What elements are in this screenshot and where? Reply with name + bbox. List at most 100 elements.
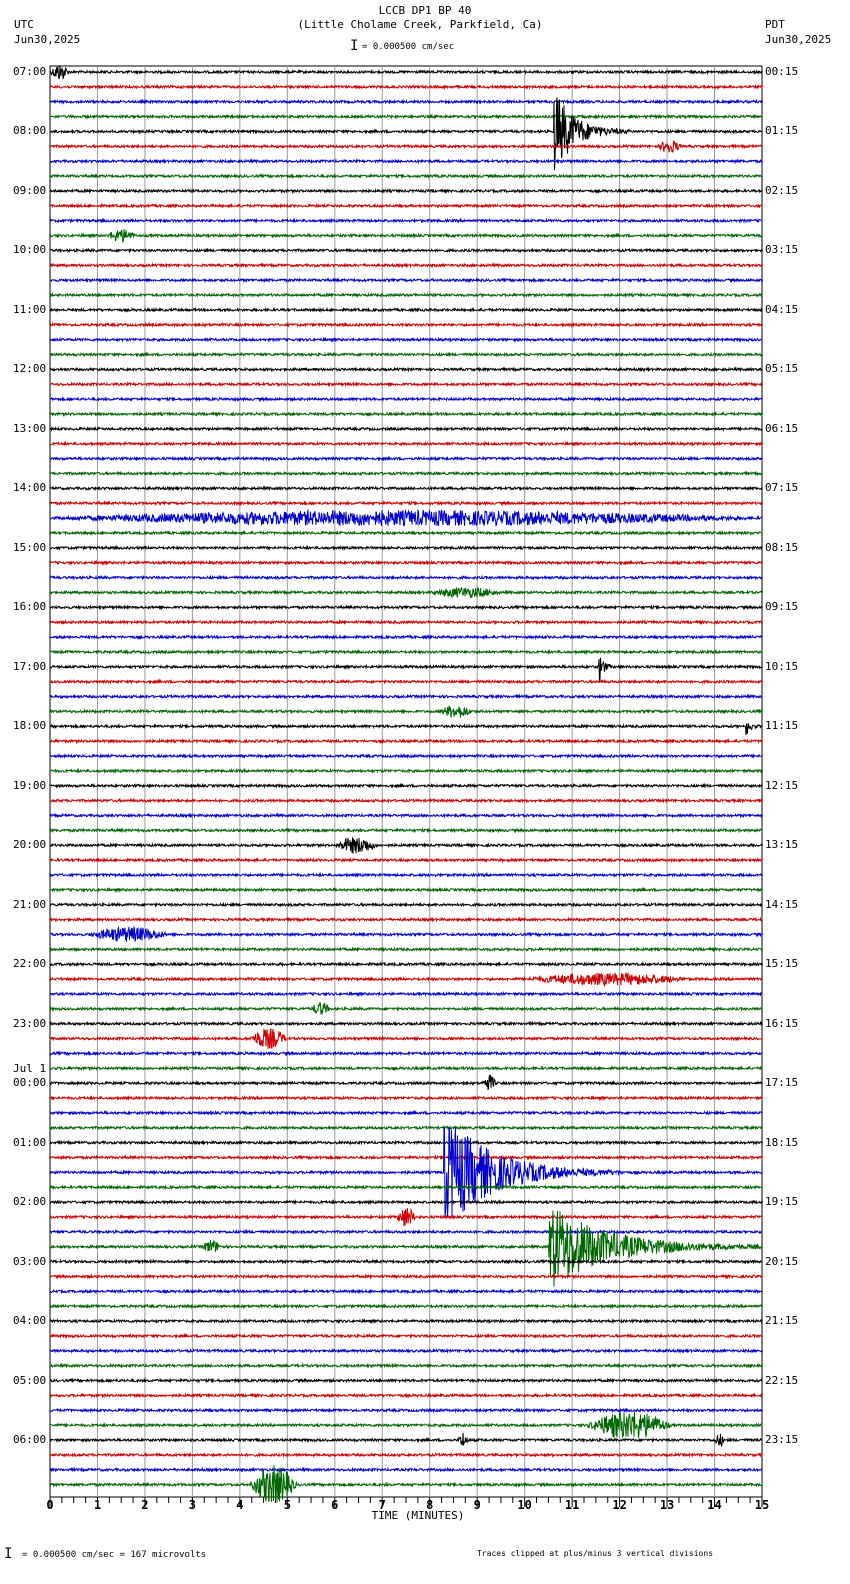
pdt-hour-label: 14:15	[765, 897, 799, 911]
utc-hour-label: 02:00	[13, 1195, 47, 1209]
trace-83	[49, 1303, 763, 1310]
pdt-hour-label: 19:15	[765, 1195, 799, 1209]
trace-57	[49, 916, 763, 923]
trace-5	[49, 140, 763, 153]
trace-64	[49, 1020, 763, 1027]
utc-hour-label: 22:00	[13, 957, 47, 971]
trace-45	[49, 738, 763, 745]
pdt-hour-label: 03:15	[765, 243, 799, 257]
pdt-hour-label: 00:15	[765, 65, 799, 78]
trace-44	[49, 722, 763, 736]
trace-80	[49, 1258, 763, 1265]
trace-78	[50, 1228, 763, 1235]
x-tick-label: 9	[473, 1498, 481, 1512]
trace-89	[49, 1392, 763, 1399]
pdt-hour-label: 09:15	[765, 600, 799, 614]
utc-hour-label: 01:00	[13, 1135, 47, 1149]
utc-hour-label: 13:00	[13, 421, 47, 435]
trace-7	[49, 172, 763, 180]
trace-39	[49, 648, 763, 656]
trace-61	[49, 971, 763, 988]
utc-hour-label: 08:00	[13, 124, 47, 138]
x-tick-label: 10	[517, 1498, 532, 1512]
day-change-label: Jul 1	[13, 1062, 47, 1076]
utc-hour-label: 03:00	[13, 1254, 47, 1268]
trace-20	[50, 366, 763, 373]
x-tick-label: 0	[46, 1498, 54, 1512]
trace-26	[49, 455, 763, 462]
trace-87	[49, 1362, 763, 1369]
trace-21	[49, 381, 763, 388]
trace-84	[49, 1317, 763, 1325]
trace-88	[49, 1377, 763, 1384]
trace-72	[49, 1139, 763, 1146]
trace-52	[49, 837, 763, 854]
utc-hour-label: 14:00	[13, 481, 47, 495]
trace-85	[49, 1332, 763, 1340]
pdt-hour-label: 15:15	[765, 957, 799, 971]
pdt-hour-label: 08:15	[765, 540, 799, 554]
trace-30	[49, 508, 763, 527]
pdt-hour-label: 11:15	[765, 719, 799, 733]
pdt-hour-label: 16:15	[765, 1016, 799, 1030]
pdt-hour-label: 01:15	[765, 124, 799, 138]
pdt-hour-label: 23:15	[765, 1433, 799, 1447]
x-tick-label: 1	[93, 1498, 102, 1512]
pdt-hour-label: 13:15	[765, 838, 799, 852]
trace-10	[49, 217, 763, 224]
trace-18	[49, 336, 763, 343]
trace-94	[49, 1466, 763, 1473]
trace-50	[49, 812, 763, 819]
trace-31	[50, 529, 763, 537]
pdt-hour-label: 02:15	[765, 183, 799, 197]
trace-67	[49, 1065, 763, 1072]
utc-hour-label: 04:00	[13, 1314, 47, 1328]
x-tick-label: 12	[612, 1498, 627, 1512]
trace-9	[49, 202, 763, 209]
trace-13	[49, 262, 763, 269]
trace-25	[49, 440, 763, 447]
utc-hour-label: 11:00	[13, 302, 47, 316]
x-tick-label: 14	[707, 1498, 722, 1512]
utc-hour-label: 21:00	[13, 897, 47, 911]
pdt-hour-label: 17:15	[765, 1076, 799, 1090]
trace-11	[49, 228, 763, 244]
x-tick-label: 5	[283, 1498, 291, 1512]
trace-82	[49, 1288, 763, 1295]
trace-40	[49, 657, 763, 683]
trace-60	[49, 961, 763, 968]
x-tick-label: 6	[331, 1498, 339, 1512]
trace-69	[49, 1094, 763, 1102]
trace-37	[49, 619, 763, 626]
trace-66	[49, 1050, 763, 1057]
trace-62	[49, 990, 763, 998]
pdt-hour-label: 12:15	[765, 778, 799, 792]
trace-81	[49, 1273, 763, 1280]
trace-70	[49, 1109, 763, 1116]
trace-73	[49, 1154, 763, 1161]
trace-0	[49, 65, 763, 80]
pdt-hour-label: 10:15	[765, 659, 799, 673]
footer-scale-text: = 0.000500 cm/sec = 167 microvolts	[22, 1550, 207, 1560]
trace-2	[49, 98, 763, 105]
trace-74	[49, 1127, 763, 1218]
x-tick-label: 11	[564, 1498, 580, 1512]
trace-92	[49, 1432, 763, 1448]
trace-1	[49, 83, 763, 90]
utc-hour-label: 17:00	[13, 659, 47, 673]
trace-55	[50, 886, 763, 893]
pdt-hour-label: 04:15	[765, 302, 799, 316]
pdt-hour-label: 18:15	[765, 1135, 799, 1149]
x-tick-label: 3	[188, 1498, 197, 1512]
trace-68	[49, 1074, 763, 1091]
trace-14	[49, 277, 763, 284]
utc-hour-label: 05:00	[13, 1373, 47, 1387]
trace-12	[49, 247, 763, 254]
trace-6	[49, 158, 763, 165]
trace-8	[49, 187, 763, 195]
trace-34	[49, 574, 763, 581]
utc-hour-label: 10:00	[13, 243, 47, 257]
trace-48	[49, 782, 763, 789]
trace-41	[49, 678, 763, 685]
trace-71	[49, 1124, 763, 1131]
